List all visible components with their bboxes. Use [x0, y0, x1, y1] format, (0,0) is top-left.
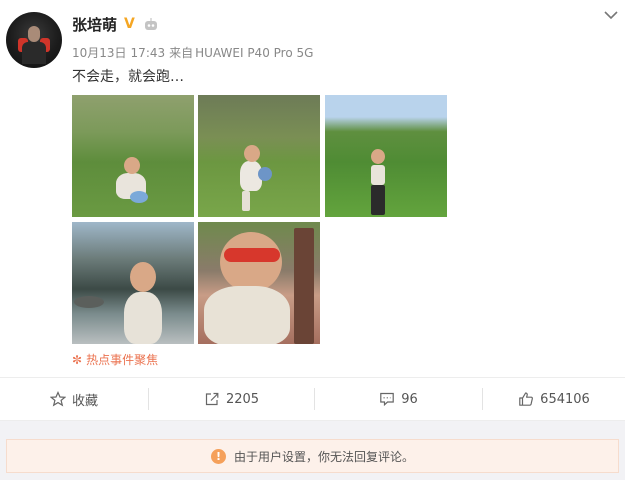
- repost-button[interactable]: 2205: [149, 378, 314, 420]
- notice-text: 由于用户设置，你无法回复评论。: [233, 449, 414, 464]
- star-icon: [49, 391, 66, 407]
- like-count: 654106: [540, 391, 590, 407]
- comment-icon: [380, 392, 395, 407]
- post-meta: 10月13日 17:43 来自 HUAWEI P40 Pro 5G: [72, 44, 317, 61]
- warning-icon: !: [210, 448, 226, 464]
- photo-thumbnail[interactable]: [72, 222, 194, 344]
- post-date[interactable]: 10月13日: [72, 46, 127, 60]
- photo-thumbnail[interactable]: [198, 222, 320, 344]
- robot-icon: [145, 18, 157, 30]
- source-device[interactable]: HUAWEI P40 Pro 5G: [195, 46, 313, 60]
- photo-thumbnail[interactable]: [198, 95, 320, 217]
- notice-area: ! 由于用户设置，你无法回复评论。: [0, 421, 625, 480]
- hot-event-link[interactable]: ✼ 热点事件聚焦: [72, 351, 158, 368]
- chevron-down-icon[interactable]: [604, 10, 618, 20]
- post-time[interactable]: 17:43: [131, 46, 166, 60]
- reply-disabled-notice: ! 由于用户设置，你无法回复评论。: [6, 439, 619, 473]
- flower-icon: ✼: [72, 353, 83, 367]
- verified-badge-icon: V: [124, 16, 135, 32]
- photo-thumbnail[interactable]: [72, 95, 194, 217]
- thumbs-up-icon: [519, 392, 534, 406]
- photo-thumbnail[interactable]: [325, 95, 447, 217]
- repost-count: 2205: [225, 391, 260, 407]
- post-text: 不会走，就会跑…: [72, 69, 184, 85]
- like-button[interactable]: 654106: [483, 378, 625, 420]
- share-icon: [205, 392, 219, 406]
- favorite-label: 收藏: [71, 393, 98, 409]
- comment-button[interactable]: 96: [315, 378, 482, 420]
- hot-event-label: 热点事件聚焦: [86, 353, 159, 367]
- favorite-button[interactable]: 收藏: [0, 378, 148, 420]
- comment-count: 96: [401, 391, 418, 407]
- avatar[interactable]: [6, 12, 62, 68]
- source-prefix: 来自: [169, 46, 194, 60]
- weibo-post-card: 张培萌 V 10月13日 17:43 来自 HUAWEI P40 Pro 5G 不会走…: [0, 0, 625, 480]
- username[interactable]: 张培萌: [72, 14, 117, 35]
